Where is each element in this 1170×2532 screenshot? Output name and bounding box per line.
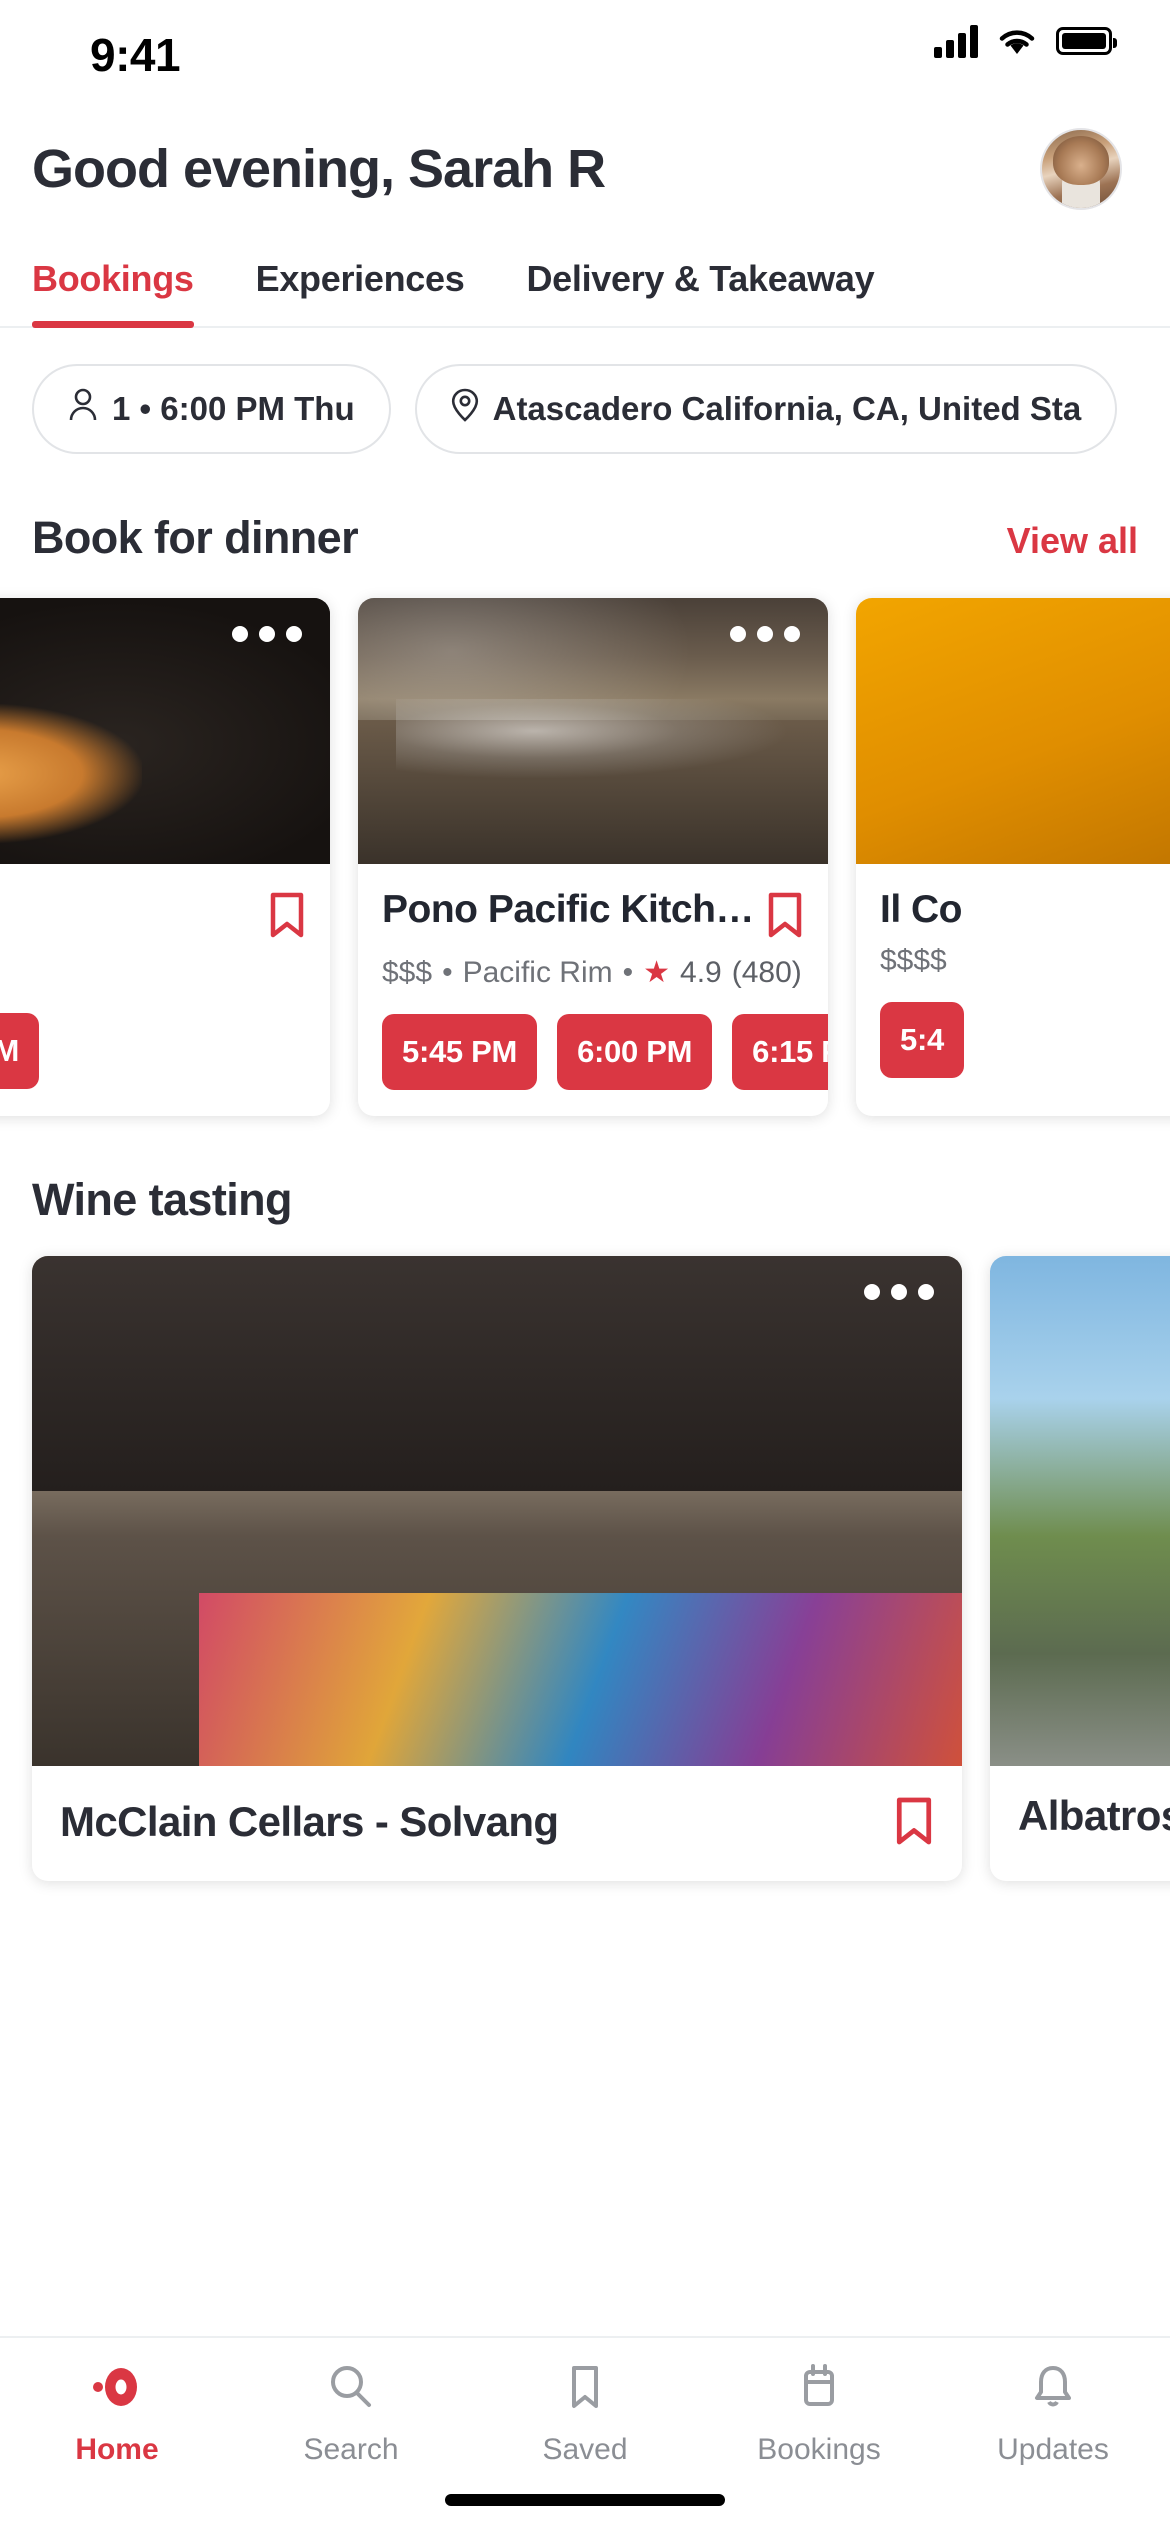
tab-bar: Bookings Experiences Delivery & Takeaway — [0, 210, 1170, 328]
time-slot-button[interactable]: 5:4 — [880, 1002, 964, 1078]
bookmark-icon[interactable] — [766, 892, 804, 943]
carousel-dots — [232, 626, 302, 642]
meta-separator: • — [622, 955, 634, 989]
time-slot-list: 5:45 PM 6:00 PM 6:15 PM — [382, 1014, 828, 1090]
restaurant-title-row: Pono Pacific Kitchen — [382, 888, 804, 943]
restaurant-meta: 9) — [0, 955, 306, 989]
wine-card[interactable]: McClain Cellars - Solvang — [32, 1256, 962, 1881]
status-bar-time: 9:41 — [90, 29, 181, 81]
restaurant-photo[interactable] — [0, 598, 330, 864]
wine-photo[interactable] — [990, 1256, 1170, 1766]
nav-item-search[interactable]: Search — [234, 2360, 468, 2467]
wifi-icon — [996, 25, 1038, 57]
bookmark-icon[interactable] — [894, 1796, 934, 1851]
section-title: Book for dinner — [32, 512, 359, 563]
time-slot-button[interactable]: 6:15 PM — [732, 1014, 828, 1090]
view-all-link[interactable]: View all — [1007, 520, 1138, 562]
opentable-logo-icon — [90, 2360, 144, 2419]
tab-delivery-takeaway[interactable]: Delivery & Takeaway — [526, 258, 874, 326]
wine-card[interactable]: Albatross Rid — [990, 1256, 1170, 1881]
restaurant-carousel[interactable]: 9) 6:15 PM Pono Pacific Kitchen $$$ — [0, 564, 1170, 1116]
party-time-filter[interactable]: 1 • 6:00 PM Thu — [32, 364, 391, 454]
nav-item-updates-label: Updates — [997, 2433, 1109, 2466]
time-slot-list: 6:15 PM — [0, 1013, 306, 1089]
restaurant-cuisine: Pacific Rim — [462, 955, 613, 989]
nav-item-bookings[interactable]: Bookings — [702, 2360, 936, 2467]
search-icon — [324, 2360, 378, 2419]
location-pin-icon — [451, 388, 479, 430]
restaurant-rating: 4.9 — [680, 955, 722, 989]
restaurant-card[interactable]: Il Co $$$$ 5:4 — [856, 598, 1170, 1116]
time-slot-button[interactable]: 6:00 PM — [557, 1014, 713, 1090]
calendar-icon — [792, 2360, 846, 2419]
restaurant-title-row: Il Co — [880, 888, 1170, 932]
restaurant-meta: $$$ • Pacific Rim • ★ 4.9 (480) — [382, 955, 804, 990]
time-slot-list: 5:4 — [880, 1002, 1170, 1078]
nav-item-home[interactable]: Home — [0, 2360, 234, 2467]
restaurant-title-row — [0, 888, 306, 943]
battery-icon — [1056, 27, 1117, 55]
tab-bookings[interactable]: Bookings — [32, 258, 194, 328]
restaurant-card[interactable]: Pono Pacific Kitchen $$$ • Pacific Rim •… — [358, 598, 828, 1116]
tab-experiences[interactable]: Experiences — [256, 258, 465, 326]
person-icon — [68, 388, 98, 430]
cellular-signal-icon — [934, 24, 978, 58]
nav-item-search-label: Search — [303, 2433, 399, 2466]
restaurant-card-body: 9) 6:15 PM — [0, 864, 330, 1115]
location-filter[interactable]: Atascadero California, CA, United Sta — [414, 364, 1118, 454]
restaurant-price: $$$$ — [880, 944, 947, 977]
nav-item-updates[interactable]: Updates — [936, 2360, 1170, 2467]
nav-item-home-label: Home — [75, 2433, 159, 2466]
nav-item-saved[interactable]: Saved — [468, 2360, 702, 2467]
status-bar: 9:41 — [0, 0, 1170, 100]
nav-item-saved-label: Saved — [542, 2433, 628, 2466]
star-icon: ★ — [643, 956, 671, 989]
wine-card-body: Albatross Rid — [990, 1766, 1170, 1870]
home-indicator — [445, 2494, 725, 2506]
restaurant-name: Pono Pacific Kitchen — [382, 888, 756, 931]
carousel-dots — [730, 626, 800, 642]
party-time-filter-label: 1 • 6:00 PM Thu — [112, 390, 355, 427]
page-title: Good evening, Sarah R — [32, 139, 606, 199]
restaurant-reviews: (480) — [731, 955, 802, 989]
carousel-dots — [864, 1284, 934, 1300]
status-bar-icons — [934, 24, 1117, 58]
avatar[interactable] — [1040, 128, 1122, 210]
restaurant-meta: $$$$ — [880, 944, 1170, 978]
restaurant-card[interactable]: 9) 6:15 PM — [0, 598, 330, 1116]
restaurant-card-body: Pono Pacific Kitchen $$$ • Pacific Rim •… — [358, 864, 828, 1116]
restaurant-price: $$$ — [382, 955, 433, 989]
restaurant-photo[interactable] — [856, 598, 1170, 864]
wine-venue-name: McClain Cellars - Solvang — [60, 1797, 559, 1845]
time-slot-button[interactable]: 6:15 PM — [0, 1013, 40, 1089]
header: Good evening, Sarah R — [0, 100, 1170, 210]
wine-venue-name: Albatross Rid — [1018, 1792, 1170, 1839]
restaurant-card-body: Il Co $$$$ 5:4 — [856, 864, 1170, 1104]
time-slot-button[interactable]: 5:45 PM — [382, 1014, 538, 1090]
wine-photo-image — [990, 1256, 1170, 1766]
section-header-wine-tasting: Wine tasting — [0, 1116, 1170, 1226]
restaurant-photo[interactable] — [358, 598, 828, 864]
bell-icon — [1026, 2360, 1080, 2419]
location-filter-label: Atascadero California, CA, United Sta — [492, 390, 1082, 427]
restaurant-name: Il Co — [880, 888, 962, 931]
nav-item-bookings-label: Bookings — [757, 2433, 881, 2466]
wine-photo[interactable] — [32, 1256, 962, 1766]
wine-photo-image — [32, 1256, 962, 1766]
wine-card-body: McClain Cellars - Solvang — [32, 1766, 962, 1881]
bookmark-icon[interactable] — [268, 892, 306, 943]
section-header-book-for-dinner: Book for dinner View all — [0, 454, 1170, 564]
wine-tasting-carousel[interactable]: McClain Cellars - Solvang Albatross Rid — [0, 1226, 1170, 1881]
section-title: Wine tasting — [32, 1174, 293, 1225]
meta-separator: • — [442, 955, 453, 989]
restaurant-photo-image — [856, 598, 1170, 864]
bookmark-icon — [558, 2360, 612, 2419]
filter-pills: 1 • 6:00 PM Thu Atascadero California, C… — [0, 328, 1170, 454]
